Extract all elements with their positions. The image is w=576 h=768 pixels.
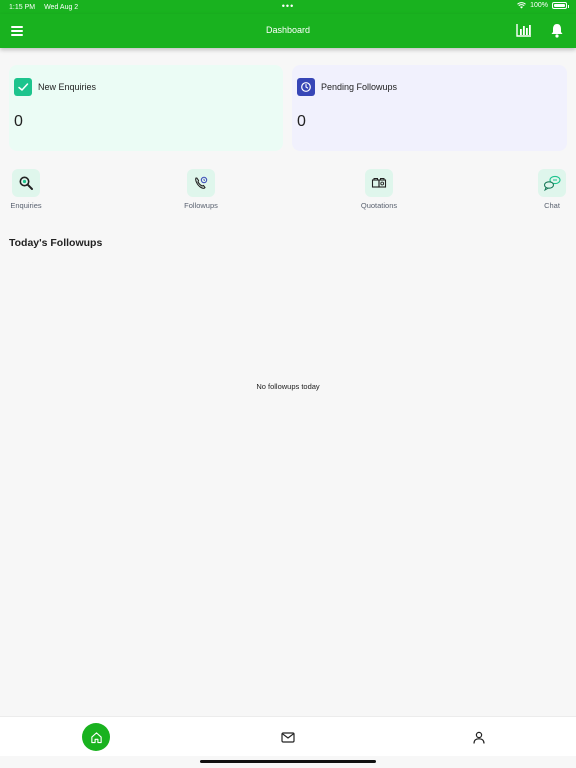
quick-action-followups[interactable]: Followups	[171, 169, 231, 210]
quick-action-label: Followups	[184, 201, 218, 210]
battery-percent: 100%	[530, 2, 548, 9]
bell-icon[interactable]	[550, 23, 564, 38]
nav-messages-button[interactable]	[274, 723, 302, 751]
wifi-icon	[517, 2, 526, 9]
page-title: Dashboard	[265, 25, 311, 35]
card-count: 0	[14, 113, 23, 130]
quick-action-label: Enquiries	[10, 201, 42, 210]
phone-icon	[187, 169, 215, 197]
clock-icon	[297, 78, 315, 96]
card-label: New Enquiries	[38, 82, 97, 92]
pending-followups-card[interactable]: Pending Followups 0	[292, 65, 567, 151]
quick-action-chat[interactable]: Chat	[522, 169, 576, 210]
nav-profile-button[interactable]	[465, 723, 493, 751]
quick-action-enquiries[interactable]: Enquiries	[0, 169, 56, 210]
documents-icon	[365, 169, 393, 197]
status-bar: 1:15 PM Wed Aug 2 ••• 100%	[0, 0, 576, 14]
status-time: 1:15 PM	[9, 3, 36, 11]
card-label: Pending Followups	[321, 82, 398, 92]
empty-state-message: No followups today	[256, 382, 320, 391]
new-enquiries-card[interactable]: New Enquiries 0	[9, 65, 283, 151]
magnifier-icon	[12, 169, 40, 197]
app-bar: Dashboard	[0, 14, 576, 48]
bar-chart-icon[interactable]	[516, 23, 532, 37]
quick-action-label: Quotations	[360, 201, 398, 210]
quick-action-quotations[interactable]: Quotations	[349, 169, 409, 210]
mail-icon	[281, 731, 295, 743]
bottom-nav	[0, 716, 576, 756]
check-icon	[14, 78, 32, 96]
nav-home-button[interactable]	[82, 723, 110, 751]
chat-bubbles-icon	[538, 169, 566, 197]
status-date: Wed Aug 2	[44, 3, 79, 11]
quick-action-label: Chat	[544, 201, 560, 210]
card-count: 0	[297, 113, 306, 130]
home-indicator[interactable]	[200, 760, 376, 763]
multitasking-dots[interactable]: •••	[282, 2, 294, 11]
section-title: Today's Followups	[9, 237, 103, 249]
battery-icon	[552, 2, 569, 9]
user-icon	[473, 731, 485, 744]
home-icon	[90, 731, 102, 743]
